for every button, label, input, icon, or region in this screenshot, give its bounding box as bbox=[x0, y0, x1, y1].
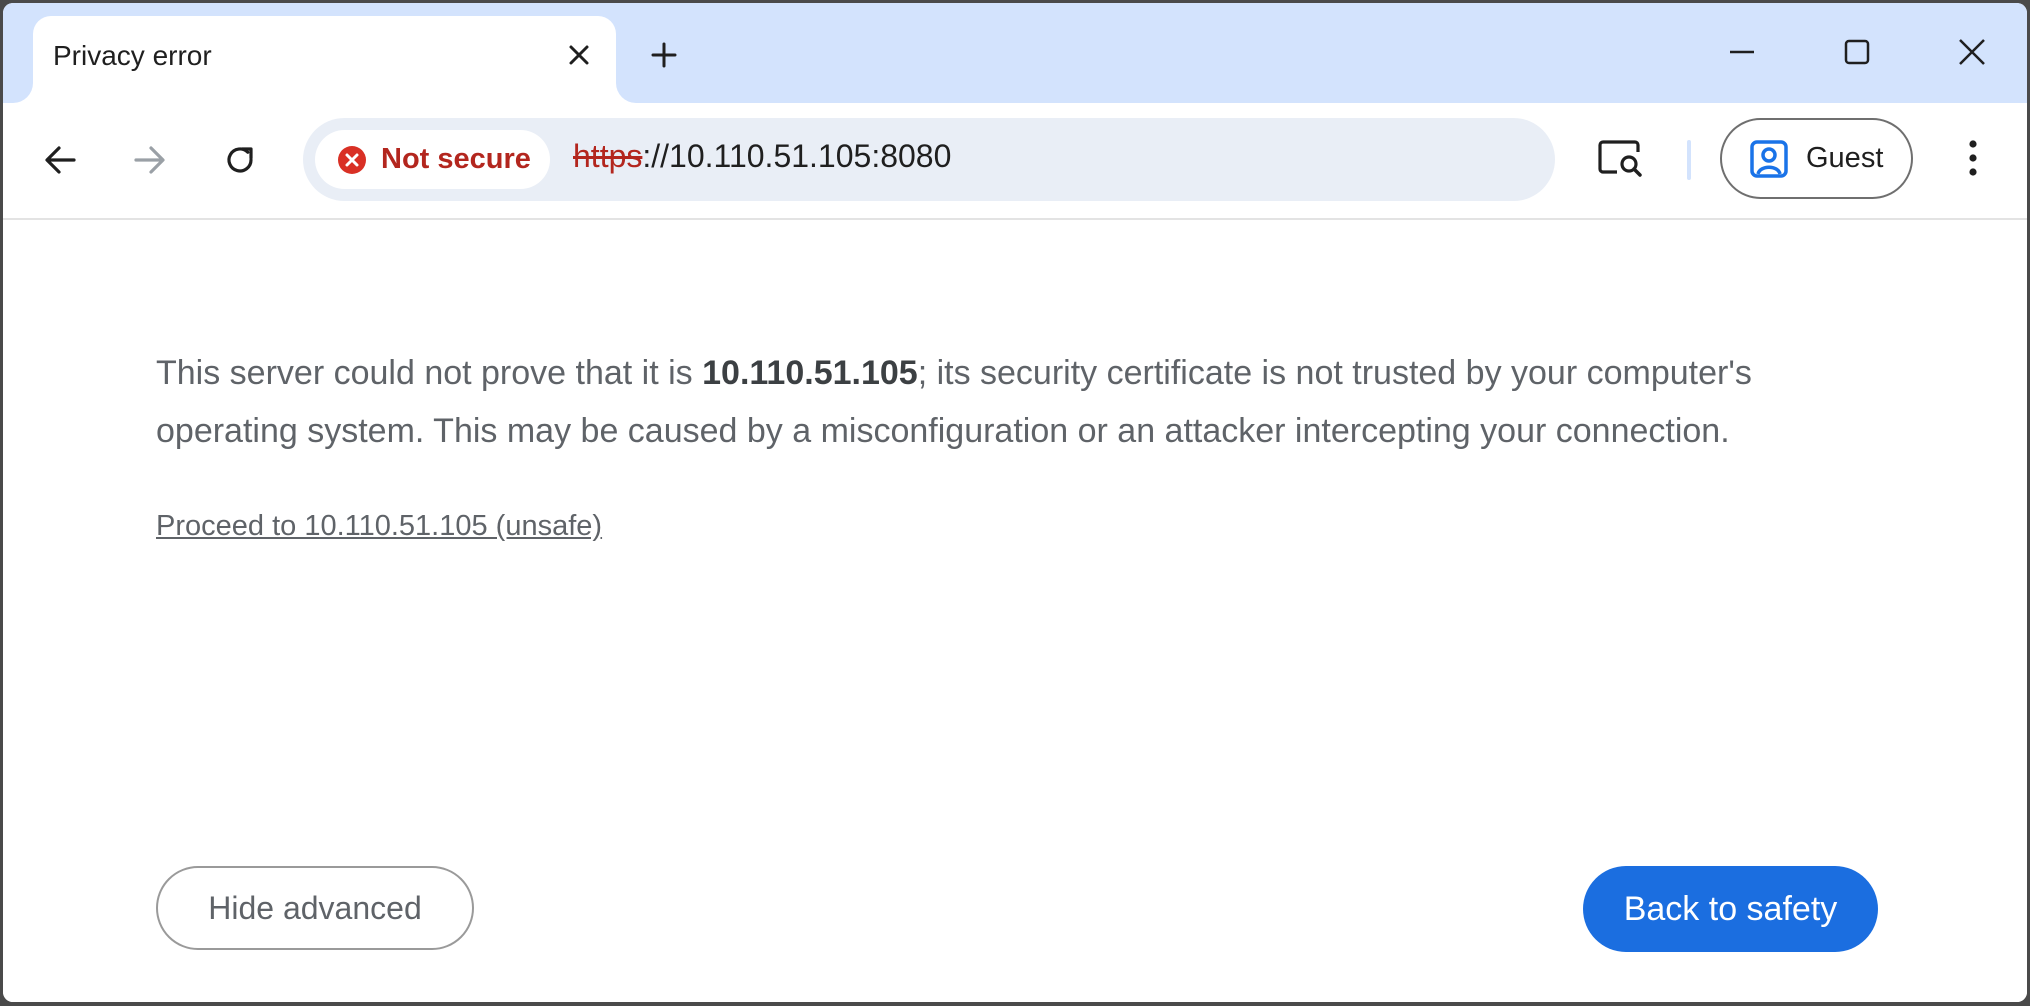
error-x-icon bbox=[337, 145, 367, 175]
reload-button[interactable] bbox=[217, 137, 263, 183]
screen-search-icon[interactable] bbox=[1595, 133, 1645, 183]
profile-button[interactable]: Guest bbox=[1720, 118, 1913, 199]
back-to-safety-button[interactable]: Back to safety bbox=[1583, 866, 1878, 952]
forward-button[interactable] bbox=[127, 137, 173, 183]
tab-strip: Privacy error bbox=[3, 3, 2027, 103]
tab-title: Privacy error bbox=[53, 40, 212, 71]
details-host: 10.110.51.105 bbox=[702, 354, 918, 392]
reload-icon bbox=[223, 143, 257, 177]
url-host: ://10.110.51.105:8080 bbox=[642, 138, 952, 174]
tab-privacy-error[interactable]: Privacy error bbox=[33, 16, 616, 103]
minimize-icon[interactable] bbox=[1719, 29, 1765, 75]
interstitial-page: This server could not prove that it is 1… bbox=[3, 220, 2027, 1002]
arrow-right-icon bbox=[133, 143, 167, 177]
back-button[interactable] bbox=[37, 137, 83, 183]
profile-label: Guest bbox=[1806, 142, 1884, 174]
toolbar-divider bbox=[1687, 140, 1691, 180]
details-text: This server could not prove that it is 1… bbox=[156, 344, 1876, 460]
security-chip[interactable]: Not secure bbox=[315, 130, 550, 189]
three-dots-vertical-icon[interactable] bbox=[1953, 133, 1993, 183]
hide-advanced-button[interactable]: Hide advanced bbox=[156, 866, 474, 950]
profile-icon bbox=[1750, 139, 1788, 178]
browser-window: Privacy error Not secure https://10.110.… bbox=[3, 3, 2027, 1002]
close-icon[interactable] bbox=[1949, 29, 1995, 75]
url-text[interactable]: https://10.110.51.105:8080 bbox=[573, 138, 951, 175]
close-icon[interactable] bbox=[561, 37, 597, 73]
arrow-left-icon bbox=[43, 143, 77, 177]
maximize-icon[interactable] bbox=[1834, 29, 1880, 75]
security-chip-label: Not secure bbox=[381, 143, 531, 175]
details-before: This server could not prove that it is bbox=[156, 354, 703, 392]
proceed-unsafe-link[interactable]: Proceed to 10.110.51.105 (unsafe) bbox=[156, 510, 602, 543]
address-bar[interactable]: Not secure https://10.110.51.105:8080 bbox=[303, 118, 1555, 201]
plus-icon[interactable] bbox=[644, 35, 684, 75]
url-scheme: https bbox=[573, 138, 643, 174]
toolbar: Not secure https://10.110.51.105:8080 Gu… bbox=[3, 103, 2027, 220]
